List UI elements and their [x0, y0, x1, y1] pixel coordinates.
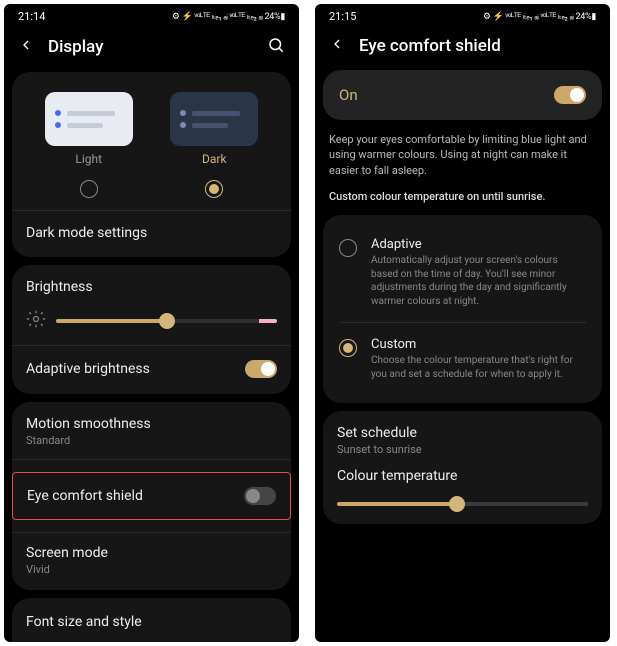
theme-option-dark[interactable]: Dark [170, 92, 258, 166]
eye-comfort-row[interactable]: Eye comfort shield [27, 485, 276, 507]
status-bar: 21:14 ⚙ ⚡ ᵛᵒᴸᵀᴱ ₗₜₑ₁ ₐᵢ ᵛᵒᴸᵀᴱ ₗₜₑ₂ ₐᵢ 24… [4, 4, 299, 26]
custom-title: Custom [371, 337, 586, 352]
theme-row: Light Dark [26, 86, 277, 170]
schedule-card: Set schedule Sunset to sunrise Colour te… [323, 411, 602, 524]
adaptive-brightness-toggle[interactable] [245, 360, 277, 378]
sun-icon [26, 309, 46, 333]
adaptive-desc: Automatically adjust your screen's colou… [371, 254, 586, 308]
theme-radio-row [26, 180, 277, 198]
motion-label: Motion smoothness [26, 416, 277, 432]
set-schedule-row[interactable]: Set schedule Sunset to sunrise [337, 425, 588, 456]
dark-mode-settings-row[interactable]: Dark mode settings [26, 223, 277, 243]
display-options-card: Motion smoothness Standard Eye comfort s… [12, 402, 291, 590]
custom-desc: Choose the colour temperature that's rig… [371, 354, 586, 381]
eye-comfort-screen: 21:15 ⚙ ⚡ ᵛᵒᴸᵀᴱ ₗₜₑ₁ ₐᵢ ᵛᵒᴸᵀᴱ ₗₜₑ₂ ₐᵢ 24… [315, 4, 610, 642]
master-toggle[interactable] [554, 86, 586, 104]
description-text: Keep your eyes comfortable by limiting b… [323, 132, 602, 184]
brightness-slider[interactable] [56, 319, 277, 323]
schedule-sub: Sunset to sunrise [337, 443, 588, 456]
settings-list: Light Dark Dark mode settings [4, 72, 299, 642]
font-card: Font size and style Screen zoom [12, 598, 291, 642]
adaptive-option[interactable]: Adaptive Automatically adjust your scree… [339, 229, 586, 316]
dark-mode-label: Dark mode settings [26, 225, 147, 241]
theme-option-light[interactable]: Light [45, 92, 133, 166]
eye-comfort-highlight: Eye comfort shield [12, 472, 291, 520]
theme-preview-light [45, 92, 133, 146]
status-time: 21:14 [18, 10, 45, 23]
brightness-card: Brightness Adaptive brightness [12, 265, 291, 394]
status-text: Custom colour temperature on until sunri… [323, 184, 602, 215]
status-indicators: ⚙ ⚡ ᵛᵒᴸᵀᴱ ₗₜₑ₁ ₐᵢ ᵛᵒᴸᵀᴱ ₗₜₑ₂ ₐᵢ 24%▮ [172, 11, 285, 22]
screen-mode-sub: Vivid [26, 563, 277, 576]
theme-label-light: Light [75, 152, 102, 166]
custom-option[interactable]: Custom Choose the colour temperature tha… [339, 329, 586, 389]
mode-card: Adaptive Automatically adjust your scree… [323, 215, 602, 403]
brightness-slider-row [26, 309, 277, 333]
motion-sub: Standard [26, 434, 277, 447]
status-bar: 21:15 ⚙ ⚡ ᵛᵒᴸᵀᴱ ₗₜₑ₁ ₐᵢ ᵛᵒᴸᵀᴱ ₗₜₑ₂ ₐᵢ 24… [315, 4, 610, 26]
display-settings-screen: 21:14 ⚙ ⚡ ᵛᵒᴸᵀᴱ ₗₜₑ₁ ₐᵢ ᵛᵒᴸᵀᴱ ₗₜₑ₂ ₐᵢ 24… [4, 4, 299, 642]
page-title: Display [48, 37, 253, 57]
header: Eye comfort shield [315, 26, 610, 70]
font-size-row[interactable]: Font size and style [26, 612, 277, 632]
master-toggle-card[interactable]: On [323, 70, 602, 120]
back-icon[interactable] [18, 37, 34, 57]
motion-smoothness-row[interactable]: Motion smoothness Standard [26, 416, 277, 447]
theme-radio-dark[interactable] [205, 180, 223, 198]
settings-list: On Keep your eyes comfortable by limitin… [315, 70, 610, 642]
header: Display [4, 26, 299, 72]
adaptive-brightness-label: Adaptive brightness [26, 361, 150, 377]
screen-mode-label: Screen mode [26, 545, 277, 561]
theme-label-dark: Dark [202, 152, 227, 166]
status-time: 21:15 [329, 10, 356, 23]
temperature-slider[interactable] [337, 502, 588, 506]
adaptive-brightness-row[interactable]: Adaptive brightness [26, 358, 277, 380]
brightness-label: Brightness [26, 279, 277, 295]
page-title: Eye comfort shield [359, 36, 596, 56]
screen-mode-row[interactable]: Screen mode Vivid [26, 545, 277, 576]
adaptive-radio[interactable] [339, 239, 357, 257]
custom-radio[interactable] [339, 339, 357, 357]
theme-radio-light[interactable] [80, 180, 98, 198]
theme-card: Light Dark Dark mode settings [12, 72, 291, 257]
temperature-label: Colour temperature [337, 468, 588, 484]
on-label: On [339, 86, 358, 104]
font-label: Font size and style [26, 614, 142, 630]
eye-comfort-label: Eye comfort shield [27, 488, 143, 504]
schedule-label: Set schedule [337, 425, 588, 441]
search-icon[interactable] [267, 36, 285, 58]
status-indicators: ⚙ ⚡ ᵛᵒᴸᵀᴱ ₗₜₑ₁ ₐᵢ ᵛᵒᴸᵀᴱ ₗₜₑ₂ ₐᵢ 24%▮ [483, 11, 596, 22]
adaptive-title: Adaptive [371, 237, 586, 252]
theme-preview-dark [170, 92, 258, 146]
back-icon[interactable] [329, 36, 345, 56]
eye-comfort-toggle[interactable] [244, 487, 276, 505]
